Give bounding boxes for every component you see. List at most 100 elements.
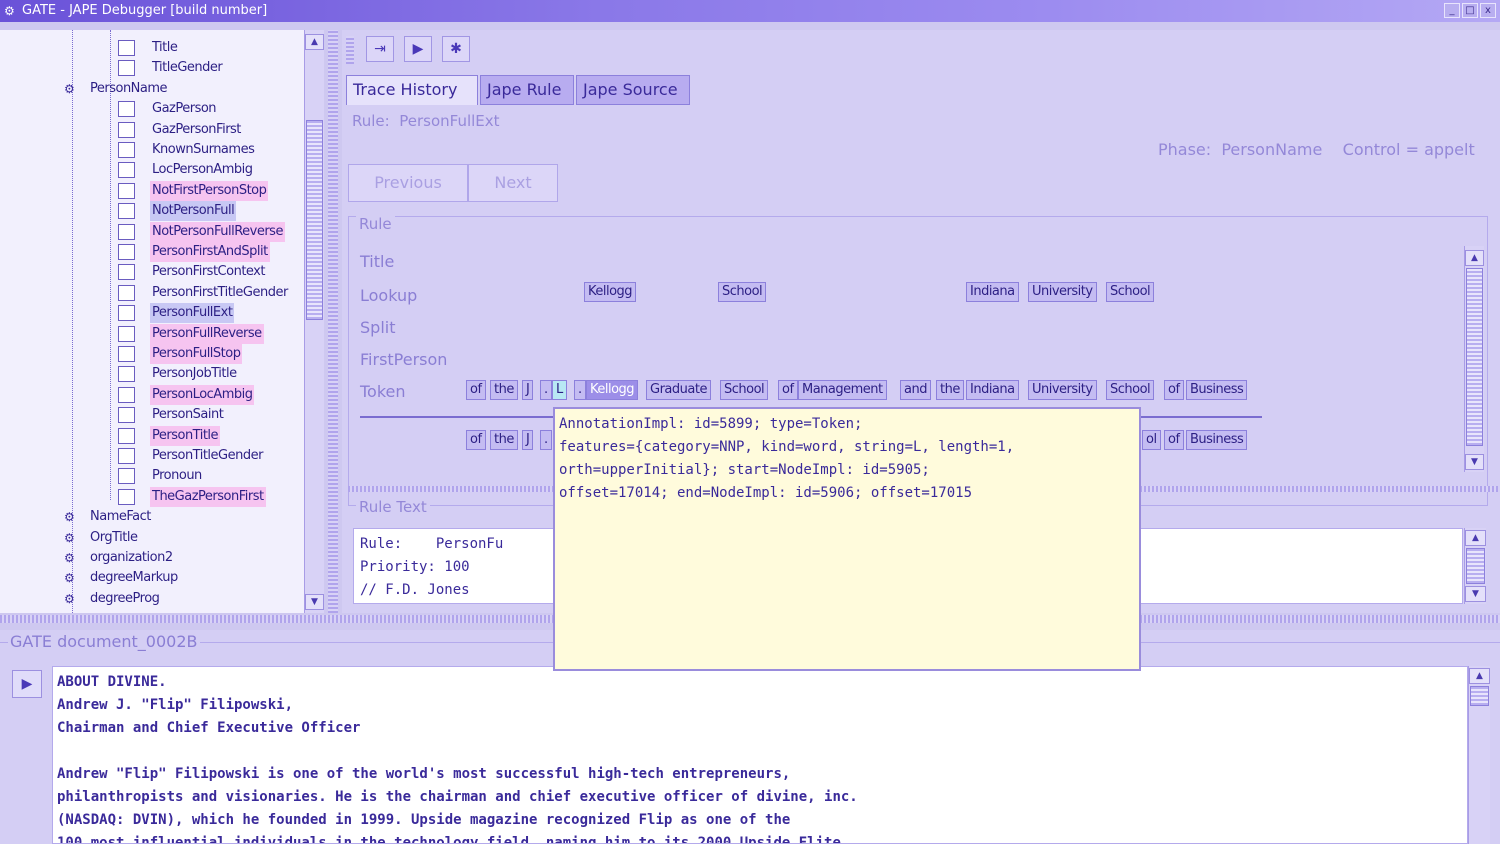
tab-jape-source[interactable]: Jape Source <box>576 75 690 105</box>
scroll-thumb[interactable] <box>306 120 323 320</box>
annotation-box[interactable]: . <box>574 380 586 400</box>
annotation-box[interactable]: of <box>466 430 486 450</box>
annotation-box[interactable]: . <box>540 430 552 450</box>
annotation-box[interactable]: Kellogg <box>586 380 639 400</box>
document-scrollbar[interactable]: ▲ <box>1468 666 1490 844</box>
annotation-box[interactable]: J <box>522 430 534 450</box>
previous-button[interactable]: Previous <box>348 164 468 202</box>
rule-scrollbar[interactable]: ▲ ▼ <box>1464 246 1484 472</box>
tab-trace-history[interactable]: Trace History <box>346 75 478 105</box>
annotation-box[interactable]: Business <box>1186 380 1248 400</box>
tree-item-checkbox[interactable] <box>118 468 135 485</box>
annotation-box[interactable]: of <box>466 380 486 400</box>
annotation-box[interactable]: the <box>490 430 518 450</box>
rule-name-label: Rule: PersonFullExt <box>352 112 500 130</box>
annotation-box[interactable]: School <box>1106 282 1155 302</box>
expanded-node-icon[interactable]: ⚙ <box>64 79 75 99</box>
tree-item-label: PersonFirstContext <box>152 264 265 280</box>
annotation-box[interactable]: L <box>552 380 567 400</box>
scroll-up-arrow-icon[interactable]: ▲ <box>1465 530 1486 546</box>
tree-item-label: PersonLocAmbig <box>150 384 255 405</box>
annotation-box[interactable]: University <box>1028 380 1097 400</box>
run-icon[interactable]: ▶ <box>404 36 432 62</box>
scroll-down-arrow-icon[interactable]: ▼ <box>305 594 324 610</box>
close-button[interactable]: x <box>1480 3 1496 18</box>
tree-item-checkbox[interactable] <box>118 346 135 362</box>
tree-item-label: NotPersonFull <box>150 201 237 222</box>
tree-item-checkbox[interactable] <box>118 386 135 403</box>
document-line: 100 most influential individuals in the … <box>57 835 841 844</box>
annotation-box[interactable]: J <box>522 380 534 400</box>
maximize-button[interactable]: □ <box>1462 3 1478 18</box>
tree-item-checkbox[interactable] <box>118 162 135 179</box>
annotation-box[interactable]: Indiana <box>966 282 1019 302</box>
document-text[interactable]: ABOUT DIVINE. Andrew J. "Flip" Filipowski… <box>52 666 1468 844</box>
scroll-thumb[interactable] <box>1466 268 1483 446</box>
collapsed-node-icon[interactable]: ⚙ <box>64 528 75 548</box>
tree-item-checkbox[interactable] <box>118 40 135 56</box>
tree-node-label: OrgTitle <box>90 529 138 545</box>
collapsed-node-icon[interactable]: ⚙ <box>64 568 75 588</box>
collapsed-node-icon[interactable]: ⚙ <box>64 589 75 609</box>
tree-item-checkbox[interactable] <box>118 223 135 240</box>
tree-item-checkbox[interactable] <box>118 407 135 424</box>
window-controls: _ □ x <box>1444 3 1496 18</box>
stop-icon[interactable]: ✱ <box>442 36 470 62</box>
tree-item-checkbox[interactable] <box>118 488 135 505</box>
annotation-box[interactable]: Business <box>1186 430 1248 450</box>
annotation-box[interactable]: . <box>540 380 552 400</box>
scroll-down-arrow-icon[interactable]: ▼ <box>1465 454 1484 470</box>
tree-item-label: GazPerson <box>152 101 217 117</box>
tree-item-checkbox[interactable] <box>118 101 135 118</box>
tree-item-checkbox[interactable] <box>118 203 135 220</box>
scroll-down-arrow-icon[interactable]: ▼ <box>1465 586 1486 602</box>
tree-item-checkbox[interactable] <box>118 121 135 138</box>
minimize-button[interactable]: _ <box>1444 3 1460 18</box>
tree-item-checkbox[interactable] <box>118 305 135 322</box>
tree-item-checkbox[interactable] <box>118 60 135 77</box>
next-button[interactable]: Next <box>468 164 558 202</box>
collapsed-node-icon[interactable]: ⚙ <box>64 548 75 568</box>
rule-text-scrollbar[interactable]: ▲ ▼ <box>1464 528 1486 604</box>
scroll-up-arrow-icon[interactable]: ▲ <box>305 34 324 50</box>
tree-item-checkbox[interactable] <box>118 448 135 464</box>
annotation-box[interactable]: of <box>778 380 798 400</box>
tree-scrollbar[interactable]: ▲ ▼ <box>304 30 324 613</box>
scroll-thumb[interactable] <box>1466 548 1485 584</box>
annotation-box[interactable]: School <box>718 282 767 302</box>
document-icon[interactable]: ▶ <box>12 670 42 698</box>
annotation-box[interactable]: of <box>1164 380 1184 400</box>
annotation-box[interactable]: University <box>1028 282 1097 302</box>
tree-item-checkbox[interactable] <box>118 366 135 383</box>
title-bar: ⚙ GATE - JAPE Debugger [build number] _ … <box>0 0 1500 22</box>
tree-item-label: PersonJobTitle <box>152 366 237 382</box>
annotation-box[interactable]: Kellogg <box>584 282 637 302</box>
annotation-box[interactable]: the <box>936 380 964 400</box>
annotation-box[interactable]: Graduate <box>646 380 711 400</box>
annotation-box[interactable]: School <box>720 380 769 400</box>
tree-item-checkbox[interactable] <box>118 182 135 199</box>
vertical-splitter[interactable] <box>328 30 338 613</box>
tree-item-checkbox[interactable] <box>118 142 135 158</box>
tree-item-checkbox[interactable] <box>118 284 135 301</box>
annotation-box[interactable]: Management <box>798 380 887 400</box>
tree-item-checkbox[interactable] <box>118 325 135 342</box>
annotation-box[interactable]: School <box>1106 380 1155 400</box>
scroll-thumb[interactable] <box>1470 686 1489 706</box>
annotation-box[interactable]: ol <box>1142 430 1161 450</box>
collapsed-node-icon[interactable]: ⚙ <box>64 507 75 527</box>
tab-jape-rule[interactable]: Jape Rule <box>480 75 574 105</box>
tree-item-label: LocPersonAmbig <box>152 162 253 178</box>
step-icon[interactable]: ⇥ <box>366 36 394 62</box>
tree-item-checkbox[interactable] <box>118 264 135 281</box>
annotation-box[interactable]: the <box>490 380 518 400</box>
tree-item-label: PersonFirstAndSplit <box>150 242 270 262</box>
annotation-box[interactable]: and <box>900 380 931 400</box>
scroll-up-arrow-icon[interactable]: ▲ <box>1469 668 1490 684</box>
annotation-box[interactable]: of <box>1164 430 1184 450</box>
tree-item-checkbox[interactable] <box>118 244 135 260</box>
scroll-up-arrow-icon[interactable]: ▲ <box>1465 250 1484 266</box>
annotation-box[interactable]: Indiana <box>966 380 1019 400</box>
tree-item-checkbox[interactable] <box>118 427 135 444</box>
